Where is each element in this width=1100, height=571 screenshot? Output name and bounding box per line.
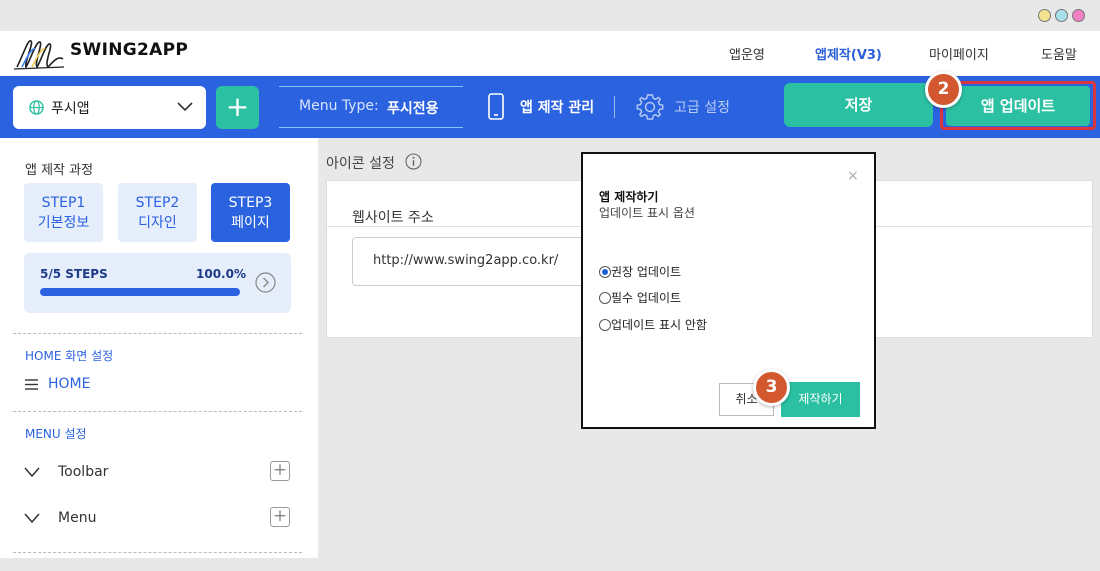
main-toolbar: 푸시앱 + Menu Type: 푸시전용 앱 제작 관리 고급 설정 저장 앱… [0, 71, 1100, 138]
step-badge-3: 3 [753, 369, 790, 406]
add-toolbar-item-button[interactable]: + [270, 461, 290, 481]
window-chrome [0, 0, 1100, 31]
nav-app-operation[interactable]: 앱운영 [729, 44, 765, 63]
progress-steps-label: 5/5 STEPS [40, 267, 108, 281]
gear-icon[interactable] [636, 93, 664, 121]
window-dot-blue[interactable] [1055, 9, 1068, 22]
option-required-update[interactable]: 필수 업데이트 [599, 289, 681, 306]
add-menu-item-button[interactable]: + [270, 507, 290, 527]
step-3-label: 페이지 [231, 215, 270, 231]
info-icon[interactable] [405, 153, 422, 170]
sidebar-item-menu[interactable]: Menu + [24, 507, 294, 531]
save-button[interactable]: 저장 [784, 83, 933, 127]
app-select-dropdown[interactable]: 푸시앱 [13, 86, 206, 129]
menu-type-value: 푸시전용 [387, 101, 439, 117]
build-app-modal: × 앱 제작하기 업데이트 표시 옵션 권장 업데이트 필수 업데이트 업데이트… [581, 152, 876, 429]
progress-bar-fill [40, 288, 240, 296]
hamburger-icon [25, 378, 38, 390]
window-dot-pink[interactable] [1072, 9, 1085, 22]
add-app-button[interactable]: + [216, 86, 259, 129]
step-2-button[interactable]: STEP2 디자인 [118, 183, 197, 242]
progress-card: 5/5 STEPS 100.0% [24, 253, 291, 313]
step-2-number: STEP2 [135, 195, 180, 211]
sidebar-item-toolbar-label: Toolbar [58, 464, 109, 480]
menu-section-label: MENU 설정 [25, 427, 87, 441]
option-no-update-label: 업데이트 표시 안함 [611, 318, 707, 332]
chevron-down-icon [177, 102, 193, 112]
sidebar-title: 앱 제작 과정 [25, 163, 94, 178]
app-update-button[interactable]: 앱 업데이트 [946, 86, 1090, 126]
chevron-right-circle-icon[interactable] [255, 272, 276, 293]
step-3-number: STEP3 [228, 195, 273, 211]
nav-app-build[interactable]: 앱제작(V3) [815, 44, 882, 63]
modal-subtitle: 업데이트 표시 옵션 [599, 206, 695, 220]
home-section-label: HOME 화면 설정 [25, 349, 114, 363]
chevron-down-icon[interactable] [24, 513, 40, 524]
progress-bar [40, 288, 240, 296]
advanced-settings-link[interactable]: 고급 설정 [674, 97, 730, 117]
sidebar-divider [13, 333, 302, 334]
step-1-number: STEP1 [41, 195, 86, 211]
radio-no-update-display[interactable] [599, 319, 611, 331]
sidebar-item-toolbar[interactable]: Toolbar + [24, 461, 294, 485]
modal-title: 앱 제작하기 [599, 190, 659, 204]
swing2app-logo-icon [14, 40, 65, 70]
option-recommended-label: 권장 업데이트 [611, 265, 682, 279]
window-dot-yellow[interactable] [1038, 9, 1051, 22]
step-1-button[interactable]: STEP1 기본정보 [24, 183, 103, 242]
website-address-label: 웹사이트 주소 [352, 210, 434, 226]
menu-type-label: Menu Type: [299, 98, 379, 114]
app-select-value: 푸시앱 [51, 101, 90, 117]
update-highlight-box: 앱 업데이트 [940, 81, 1096, 130]
nav-help[interactable]: 도움말 [1041, 44, 1077, 63]
radio-recommended-update[interactable] [599, 266, 611, 278]
toolbar-divider [614, 96, 615, 118]
menu-type-indicator: Menu Type: 푸시전용 [279, 86, 463, 128]
mobile-phone-icon [488, 93, 504, 120]
sidebar-divider [13, 411, 302, 412]
option-no-update-display[interactable]: 업데이트 표시 안함 [599, 316, 707, 333]
nav-my-page[interactable]: 마이페이지 [929, 44, 989, 63]
step-2-label: 디자인 [138, 215, 177, 231]
progress-percent: 100.0% [196, 267, 246, 281]
brand-name[interactable]: SWING2APP [70, 40, 188, 60]
build-app-confirm-button[interactable]: 제작하기 [781, 382, 860, 417]
option-required-label: 필수 업데이트 [611, 291, 682, 305]
step-badge-2: 2 [925, 71, 962, 108]
step-1-label: 기본정보 [37, 215, 90, 231]
step-3-button[interactable]: STEP3 페이지 [211, 183, 290, 242]
sidebar: 앱 제작 과정 STEP1 기본정보 STEP2 디자인 STEP3 페이지 5… [0, 138, 318, 558]
globe-icon [29, 100, 44, 115]
radio-required-update[interactable] [599, 292, 611, 304]
close-icon[interactable]: × [847, 168, 859, 184]
icon-settings-title: 아이콘 설정 [326, 156, 395, 172]
sidebar-item-home[interactable]: HOME [25, 376, 90, 392]
sidebar-item-home-label: HOME [48, 376, 91, 392]
sidebar-divider [13, 552, 302, 553]
chevron-down-icon[interactable] [24, 467, 40, 478]
option-recommended-update[interactable]: 권장 업데이트 [599, 263, 681, 280]
sidebar-item-menu-label: Menu [58, 510, 97, 526]
top-header: SWING2APP 앱운영 앱제작(V3) 마이페이지 도움말 [0, 31, 1100, 76]
app-build-manage-link[interactable]: 앱 제작 관리 [520, 97, 594, 117]
